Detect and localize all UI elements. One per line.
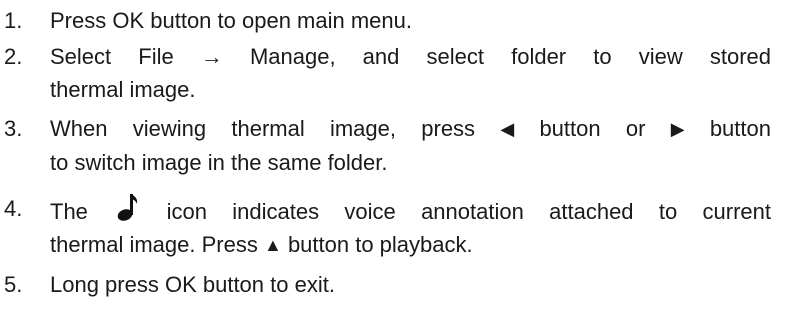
step-text-part: button to playback. bbox=[287, 232, 473, 257]
step-line: Select File → Manage, and select folder … bbox=[50, 44, 771, 69]
step-line: Long press OK button to exit. bbox=[50, 272, 335, 297]
instruction-list: 1. Press OK button to open main menu. 2.… bbox=[0, 4, 785, 301]
step-line: thermal image. Press ▲ button to playbac… bbox=[50, 228, 771, 262]
step-text: When viewing thermal image, press ◀ butt… bbox=[50, 112, 771, 179]
step-text-part: When viewing thermal image, press bbox=[50, 116, 476, 141]
up-arrow-icon: ▲ bbox=[263, 235, 282, 255]
step-line: to switch image in the same folder. bbox=[50, 150, 388, 175]
step-text: Select File → Manage, and select folder … bbox=[50, 40, 771, 106]
step-number: 3. bbox=[4, 116, 23, 141]
step-text-part: icon indicates voice annotation attached… bbox=[166, 199, 771, 224]
step-text-part: thermal image. Press bbox=[50, 232, 258, 257]
step-1: 1. Press OK button to open main menu. bbox=[0, 4, 785, 37]
step-number: 2. bbox=[4, 44, 23, 69]
step-text-part: button or bbox=[539, 116, 646, 141]
step-text: The icon indicates voice annotation atta… bbox=[50, 192, 771, 262]
step-line: thermal image. bbox=[50, 77, 196, 102]
step-4: 4. The icon indicates voice annotation a… bbox=[0, 192, 785, 262]
music-note-icon bbox=[117, 194, 138, 221]
step-number: 5. bbox=[4, 272, 23, 297]
step-text: Press OK button to open main menu. bbox=[50, 4, 771, 37]
left-arrow-icon: ◀ bbox=[500, 119, 515, 139]
step-line: The icon indicates voice annotation atta… bbox=[50, 192, 771, 228]
step-number: 1. bbox=[4, 8, 23, 33]
step-5: 5. Long press OK button to exit. bbox=[0, 268, 785, 301]
step-text: Long press OK button to exit. bbox=[50, 268, 771, 301]
step-line: Press OK button to open main menu. bbox=[50, 8, 412, 33]
step-line: When viewing thermal image, press ◀ butt… bbox=[50, 112, 771, 146]
step-number: 4. bbox=[4, 196, 23, 221]
step-2: 2. Select File → Manage, and select fold… bbox=[0, 40, 785, 106]
step-text-part: button bbox=[709, 116, 771, 141]
right-arrow-icon: ▶ bbox=[670, 119, 685, 139]
step-text-part: The bbox=[50, 199, 88, 224]
step-3: 3. When viewing thermal image, press ◀ b… bbox=[0, 112, 785, 179]
